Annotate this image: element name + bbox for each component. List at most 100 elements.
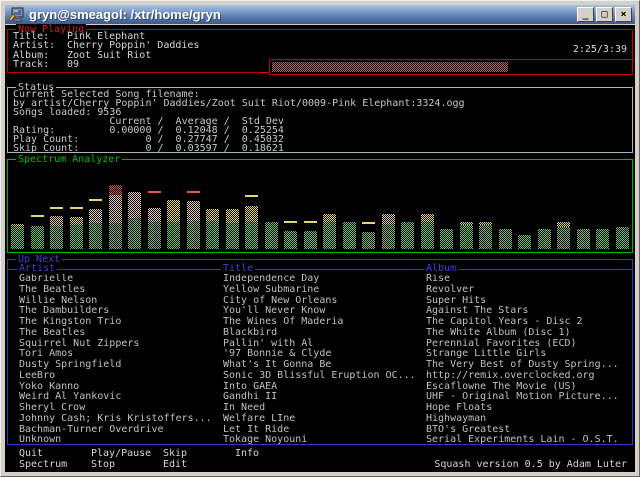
close-button[interactable]: ×: [615, 7, 632, 22]
playlist-row[interactable]: Weird Al YankovicGandhi IIUHF - Original…: [8, 392, 632, 403]
album-cell: Serial Experiments Lain - O.S.T.: [426, 435, 619, 444]
bar-segment-green: [499, 229, 512, 249]
bar-segment-green: [596, 229, 609, 249]
spectrum-bar: [148, 165, 161, 249]
spectrum-bar: [479, 165, 492, 249]
spectrum-analyzer-label: Spectrum Analyzer: [16, 154, 122, 165]
spectrum-bar: [284, 165, 297, 249]
now-playing-fields: Title:Pink ElephantArtist:Cherry Poppin'…: [13, 32, 199, 70]
playlist-row[interactable]: The BeatlesBlackbirdThe White Album (Dis…: [8, 328, 632, 339]
version-text: Squash version 0.5 by Adam Luter: [434, 460, 627, 470]
bar-segment-green: [538, 229, 551, 249]
column-header-album[interactable]: Album: [424, 263, 458, 274]
bar-segment-yellow: [323, 214, 336, 222]
bar-segment-green: [440, 229, 453, 249]
title-cell: Welfare LIne: [223, 414, 295, 425]
bar-segment-green: [167, 222, 180, 249]
column-header-rule: [8, 269, 632, 270]
menu-item-play-pause[interactable]: Play/Pause: [91, 449, 151, 459]
spectrum-bar: [187, 165, 200, 249]
bar-segment-green: [284, 231, 297, 249]
peak-marker: [50, 207, 63, 209]
track-time: 2:25/3:39: [573, 44, 627, 55]
status-lines: Current Selected Song filename:by_artist…: [13, 90, 465, 153]
bar-segment-green: [577, 229, 590, 249]
bar-segment-yellow: [206, 209, 219, 221]
bar-segment-yellow: [70, 217, 83, 225]
spectrum-bar: [109, 165, 122, 249]
spectrum-bar: [167, 165, 180, 249]
bar-segment-yellow: [109, 195, 122, 223]
bar-segment-yellow: [89, 209, 102, 223]
spectrum-bar: [538, 165, 551, 249]
peak-marker: [362, 222, 375, 224]
progress-bar[interactable]: [269, 59, 633, 75]
maximize-button[interactable]: □: [596, 7, 613, 22]
bar-segment-green: [323, 222, 336, 249]
bar-segment-yellow: [226, 209, 239, 223]
bar-segment-yellow: [382, 214, 395, 224]
artist-cell: The Beatles: [19, 328, 85, 339]
field-value: Zoot Suit Riot: [67, 50, 151, 61]
playlist-row[interactable]: Johnny Cash; Kris Kristoffers... Welfare …: [8, 414, 632, 425]
artist-cell: Unknown: [19, 435, 61, 444]
bar-segment-green: [226, 223, 239, 249]
spectrum-bar: [440, 165, 453, 249]
bar-segment-green: [518, 235, 531, 249]
terminal-screen[interactable]: Now Playing Title:Pink ElephantArtist:Ch…: [5, 25, 635, 472]
playlist-row[interactable]: The Beatles Yellow Submarine Revolver: [8, 285, 632, 296]
album-cell: The White Album (Disc 1): [426, 328, 571, 339]
field-label: Track:: [13, 60, 67, 69]
bar-segment-green: [206, 221, 219, 249]
playlist-row[interactable]: UnknownTokage NoyouniSerial Experiments …: [8, 435, 632, 444]
title-cell: Yellow Submarine: [223, 285, 319, 296]
artist-cell: The Beatles: [19, 285, 85, 296]
spectrum-bar: [343, 165, 356, 249]
peak-marker: [187, 191, 200, 193]
bar-segment-yellow: [187, 201, 200, 221]
titlebar[interactable]: gryn@smeagol: /xtr/home/gryn _ □ ×: [5, 5, 635, 24]
menu-item-skip[interactable]: Skip: [163, 449, 187, 459]
bar-segment-yellow: [128, 192, 141, 218]
spectrum-bar: [616, 165, 629, 249]
spectrum-bar: [226, 165, 239, 249]
bar-segment-green: [343, 222, 356, 249]
up-next-panel: Up Next Artist Title Album GabrielleInde…: [7, 259, 633, 445]
bar-segment-yellow: [148, 208, 161, 222]
bar-segment-green: [382, 224, 395, 249]
menu-item-info[interactable]: Info: [235, 449, 259, 459]
spectrum-bar: [557, 165, 570, 249]
artist-cell: LeeBro: [19, 371, 55, 382]
spectrum-bar: [128, 165, 141, 249]
column-header-title[interactable]: Title: [221, 263, 255, 274]
playlist: GabrielleIndependence DayRiseThe Beatles…: [8, 274, 632, 444]
peak-marker: [304, 221, 317, 223]
minimize-button[interactable]: _: [577, 7, 594, 22]
bar-segment-green: [89, 223, 102, 249]
menu-item-edit[interactable]: Edit: [163, 460, 187, 470]
spectrum-bar: [70, 165, 83, 249]
bar-segment-green: [362, 232, 375, 249]
bar-segment-green: [109, 223, 122, 249]
menu-item-spectrum[interactable]: Spectrum: [19, 460, 67, 470]
bar-segment-green: [460, 225, 473, 249]
menu-item-stop[interactable]: Stop: [91, 460, 115, 470]
playlist-row[interactable]: LeeBroSonic 3D Blissful Eruption OC...ht…: [8, 371, 632, 382]
bar-segment-green: [50, 226, 63, 249]
spectrum-bar: [421, 165, 434, 249]
peak-marker: [284, 221, 297, 223]
playlist-row[interactable]: GabrielleIndependence DayRise: [8, 274, 632, 285]
bar-segment-green: [265, 222, 278, 249]
album-cell: Revolver: [426, 285, 474, 296]
peak-marker: [89, 199, 102, 201]
spectrum-bar: [11, 165, 24, 249]
artist-cell: Johnny Cash; Kris Kristoffers...: [19, 414, 212, 425]
bar-segment-green: [128, 218, 141, 249]
column-header-artist[interactable]: Artist: [17, 263, 57, 274]
peak-marker: [31, 215, 44, 217]
status-panel: Status Current Selected Song filename:by…: [7, 87, 633, 153]
peak-marker: [70, 207, 83, 209]
spectrum-bar: [382, 165, 395, 249]
menu-item-quit[interactable]: Quit: [19, 449, 43, 459]
bar-segment-green: [557, 227, 570, 249]
